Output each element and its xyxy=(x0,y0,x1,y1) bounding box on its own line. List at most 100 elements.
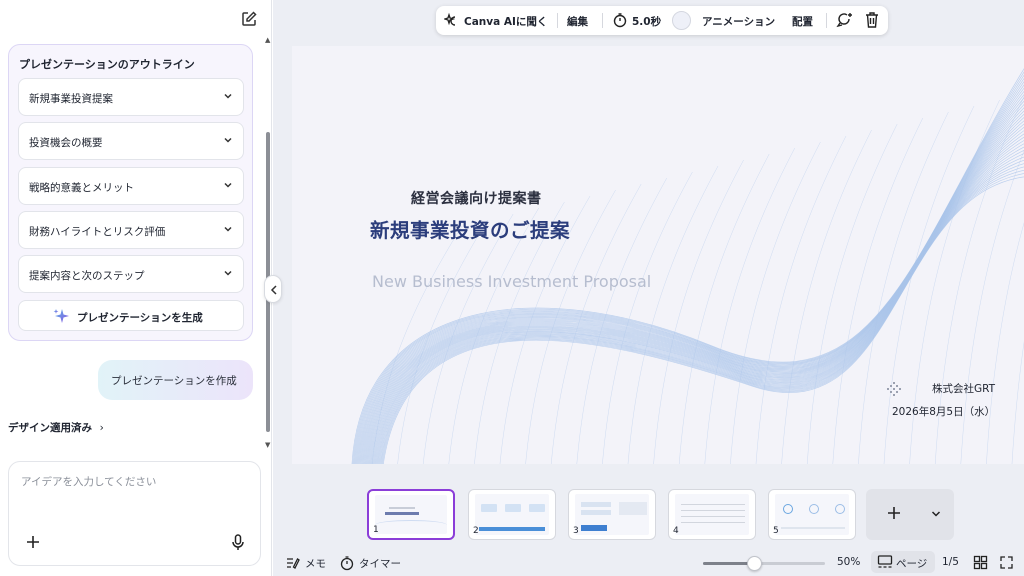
canva-ai-button[interactable]: Canva AIに聞く xyxy=(442,6,550,35)
duration-label: 5.0秒 xyxy=(632,16,662,28)
zoom-level[interactable]: 50% xyxy=(837,554,863,572)
chevron-down-icon xyxy=(224,137,232,143)
wave-line xyxy=(627,165,719,464)
thumbnail-preview xyxy=(475,494,549,535)
wave-line xyxy=(653,159,744,464)
page-thumbnail-5[interactable]: 5 xyxy=(768,489,856,540)
outline-item-label: 投資機会の概要 xyxy=(29,137,103,149)
page-thumbnail-1[interactable]: 1 xyxy=(367,489,455,540)
slide-subtitle[interactable]: 経営会議向け提案書 xyxy=(411,188,542,208)
chevron-down-icon xyxy=(224,93,232,99)
outline-item-label: 提案内容と次のステップ xyxy=(29,270,145,282)
zoom-level-label: 50% xyxy=(837,556,861,568)
outline-item-label: 新規事業投資提案 xyxy=(29,93,113,105)
sparkle-icon xyxy=(53,309,69,323)
wave-line xyxy=(730,141,821,464)
chevron-left-icon xyxy=(270,285,277,295)
page-number: 2 xyxy=(473,526,479,536)
animation-label: アニメーション xyxy=(702,16,776,28)
delete-button[interactable] xyxy=(863,6,881,35)
chevron-down-icon xyxy=(224,226,232,232)
wave-pattern-graphic xyxy=(351,68,1024,464)
generate-presentation-button[interactable]: プレゼンテーションを生成 xyxy=(18,300,244,331)
canva-ai-icon xyxy=(444,12,456,26)
outline-item-4[interactable]: 財務ハイライトとリスク評価 xyxy=(18,211,244,249)
timer-button[interactable]: タイマー xyxy=(339,554,405,572)
chevron-down-icon[interactable] xyxy=(930,508,942,520)
idea-input[interactable] xyxy=(21,476,246,488)
microphone-icon[interactable] xyxy=(228,532,248,552)
scroll-up-arrow-icon[interactable]: ▲ xyxy=(265,36,270,44)
wave-line xyxy=(1011,341,1024,464)
thumbnail-preview xyxy=(675,494,749,535)
wave-line xyxy=(704,147,796,464)
slide-company-name[interactable]: 株式会社GRT xyxy=(932,381,995,396)
page-thumbnail-4[interactable]: 4 xyxy=(668,489,756,540)
position-label: 配置 xyxy=(792,16,813,28)
outline-item-label: 財務ハイライトとリスク評価 xyxy=(29,226,166,238)
page-number: 3 xyxy=(573,526,579,536)
scroll-down-arrow-icon[interactable]: ▼ xyxy=(265,441,270,449)
notes-label: メモ xyxy=(305,558,326,570)
outline-item-2[interactable]: 投資機会の概要 xyxy=(18,122,244,160)
thumbnail-preview xyxy=(775,494,849,535)
create-presentation-text: プレゼンテーションを作成 xyxy=(111,375,237,387)
stopwatch-icon xyxy=(613,13,627,28)
sidebar-scrollbar[interactable]: ▲ ▼ xyxy=(264,36,272,456)
slide-title[interactable]: 新規事業投資のご提案 xyxy=(370,214,570,243)
wave-line xyxy=(602,171,693,464)
outline-item-3[interactable]: 戦略的意義とメリット xyxy=(18,167,244,205)
slide-english-title[interactable]: New Business Investment Proposal xyxy=(372,272,651,291)
comment-button[interactable] xyxy=(835,6,855,35)
page-number: 4 xyxy=(673,526,679,536)
outline-item-5[interactable]: 提案内容と次のステップ xyxy=(18,255,244,293)
page-number: 5 xyxy=(773,526,779,536)
design-applied-link[interactable]: デザイン適用済み › xyxy=(8,420,104,435)
outline-item-1[interactable]: 新規事業投資提案 xyxy=(18,78,244,116)
edit-button[interactable]: 編集 xyxy=(567,6,595,35)
add-attachment-icon[interactable] xyxy=(23,532,43,552)
thumbnail-preview xyxy=(375,495,447,534)
notes-icon xyxy=(287,558,300,569)
trash-icon xyxy=(866,12,878,28)
wave-line xyxy=(351,68,1024,464)
color-swatch-button[interactable] xyxy=(670,6,692,35)
ai-assistant-panel: ▲ ▼ プレゼンテーションのアウトライン 新規事業投資提案 投資機会の概要 戦略… xyxy=(0,0,272,576)
canva-ai-label: Canva AIに聞く xyxy=(464,16,548,28)
grid-view-icon xyxy=(973,555,988,570)
page-view-button[interactable]: ページ xyxy=(871,551,935,573)
notes-button[interactable]: メモ xyxy=(285,554,329,572)
toolbar-divider xyxy=(826,13,827,28)
generate-presentation-label: プレゼンテーションを生成 xyxy=(77,312,203,324)
zoom-slider[interactable] xyxy=(703,556,825,571)
wave-line xyxy=(781,129,872,464)
toolbar-divider xyxy=(557,13,558,28)
fullscreen-button[interactable] xyxy=(998,554,1016,572)
design-applied-label: デザイン適用済み xyxy=(8,422,92,434)
thumbnail-preview xyxy=(575,494,649,535)
company-logo-icon[interactable] xyxy=(887,382,901,396)
add-page-icon[interactable] xyxy=(884,503,904,523)
duration-button[interactable]: 5.0秒 xyxy=(610,6,662,35)
wave-line xyxy=(678,153,770,464)
collapse-panel-button[interactable] xyxy=(264,275,282,303)
position-button[interactable]: 配置 xyxy=(792,6,816,35)
timer-label: タイマー xyxy=(359,558,401,570)
fullscreen-icon xyxy=(1000,556,1013,569)
create-presentation-message: プレゼンテーションを作成 xyxy=(98,360,253,400)
chevron-right-icon: › xyxy=(99,422,104,434)
page-layout-icon xyxy=(877,555,893,568)
page-counter: 1/5 xyxy=(942,554,964,572)
slide-canvas[interactable]: 経営会議向け提案書 新規事業投資のご提案 New Business Invest… xyxy=(292,46,1024,464)
wave-line xyxy=(806,123,898,464)
slide-date[interactable]: 2026年8月5日（水） xyxy=(892,404,995,419)
add-comment-icon xyxy=(836,13,852,28)
page-thumbnail-3[interactable]: 3 xyxy=(568,489,656,540)
page-counter-label: 1/5 xyxy=(942,556,959,568)
timer-icon xyxy=(340,556,354,571)
grid-view-button[interactable] xyxy=(972,554,990,572)
page-thumbnail-2[interactable]: 2 xyxy=(468,489,556,540)
new-chat-icon[interactable] xyxy=(239,9,259,29)
add-page-group xyxy=(866,489,954,540)
animation-button[interactable]: アニメーション xyxy=(702,6,778,35)
